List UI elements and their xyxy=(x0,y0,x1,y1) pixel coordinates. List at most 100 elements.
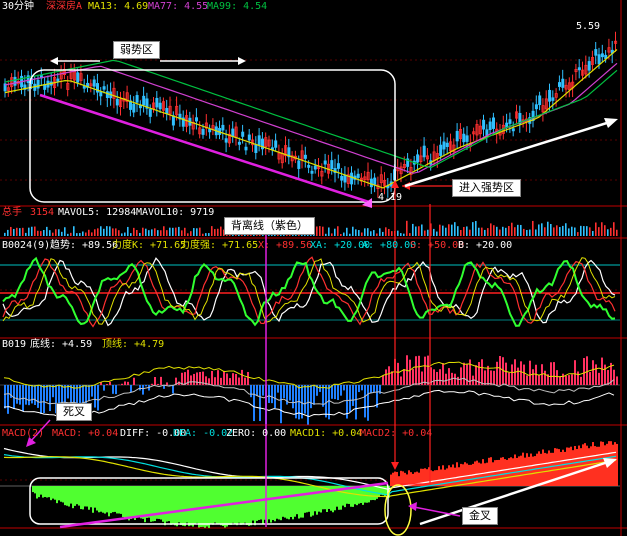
macd-hist-bar xyxy=(570,446,572,486)
macd-hist-bar xyxy=(50,486,52,501)
volume-bar xyxy=(121,233,123,236)
volume-bar xyxy=(451,224,453,236)
macd-hist-bar xyxy=(528,456,530,486)
b019-bar xyxy=(115,385,117,395)
b019-bar xyxy=(226,373,228,385)
s-value: S: +50.00 xyxy=(410,240,465,251)
b019-bar xyxy=(31,385,33,404)
b019-bar xyxy=(166,382,168,385)
volume-bar xyxy=(184,227,186,236)
macd-hist-bar xyxy=(122,486,124,518)
weak-zone-outline xyxy=(29,69,396,203)
volume-bar xyxy=(202,233,204,236)
b019-indicator xyxy=(3,355,618,425)
b019-bar xyxy=(244,377,246,385)
macd-hist-bar xyxy=(90,486,92,508)
candle-body xyxy=(237,141,241,145)
main-panel-header: 30分钟 深深房A MA13: 4.69 MA77: 4.55 MA99: 4.… xyxy=(0,0,627,13)
volume-bar xyxy=(523,228,525,236)
candle-body xyxy=(336,163,340,169)
candle-body xyxy=(241,131,245,137)
macd-hist-bar xyxy=(72,486,74,509)
b019-bar xyxy=(34,385,36,405)
candle-body xyxy=(373,177,377,185)
b019-bar xyxy=(409,359,411,385)
b019-bar xyxy=(523,364,525,385)
candle-body xyxy=(105,91,109,99)
b019-bar xyxy=(214,377,216,385)
volume-bar xyxy=(568,228,570,236)
b019-bar xyxy=(505,362,507,385)
stock-chart-window[interactable]: 30分钟 深深房A MA13: 4.69 MA77: 4.55 MA99: 4.… xyxy=(0,0,627,536)
b019-bar xyxy=(280,385,282,424)
volume-bar xyxy=(4,232,6,236)
b019-bar xyxy=(565,375,567,385)
timeframe-label[interactable]: 30分钟 xyxy=(2,1,34,13)
b019-bar xyxy=(481,359,483,385)
candle-body xyxy=(171,115,175,126)
candle-body xyxy=(115,98,119,106)
macd-hist-bar xyxy=(558,449,560,486)
macd-hist-bar xyxy=(76,486,78,505)
b019-bar xyxy=(43,385,45,414)
macd-hist-bar xyxy=(314,486,316,512)
volume-bar xyxy=(355,229,357,236)
candle-body xyxy=(208,128,212,133)
macd-hist-bar xyxy=(524,457,526,486)
bottom-line-value: 底线: +4.59 xyxy=(30,339,93,350)
volume-bar xyxy=(172,227,174,236)
macd-hist-bar xyxy=(124,486,126,519)
b019-bar xyxy=(28,385,30,406)
force-k-value: 力度K: +71.65 xyxy=(112,240,187,251)
volume-bar xyxy=(85,232,87,236)
b019-bar xyxy=(562,373,564,385)
candle-body xyxy=(445,142,449,147)
b019-bar xyxy=(325,385,327,418)
volume-bar xyxy=(514,227,516,236)
volume-bar xyxy=(325,233,327,236)
b019-bar xyxy=(517,367,519,385)
volume-bar xyxy=(154,228,156,236)
candle-body xyxy=(600,53,604,58)
volume-bar xyxy=(433,228,435,236)
volume-bar xyxy=(376,233,378,236)
ma13-value: MA13: 4.69 xyxy=(88,1,149,12)
trend-value: 趋势: +89.56 xyxy=(50,240,119,251)
macd-hist-bar xyxy=(238,486,240,523)
b019-bar xyxy=(442,363,444,385)
macd-hist-bar xyxy=(292,486,294,520)
volume-bar xyxy=(472,222,474,236)
volume-bar xyxy=(478,227,480,236)
candle-body xyxy=(307,164,311,168)
volume-bar xyxy=(412,223,414,236)
macd-hist-bar xyxy=(284,486,286,518)
candle-body xyxy=(455,130,459,142)
golden-cross-arrow xyxy=(413,506,461,517)
b019-bar xyxy=(556,370,558,385)
macd-hist-bar xyxy=(82,486,84,510)
b019-bar xyxy=(37,385,39,408)
b019-bar xyxy=(589,372,591,385)
macd-hist-bar xyxy=(544,452,546,486)
macd-hist-bar xyxy=(140,486,142,519)
chart-canvas[interactable] xyxy=(0,0,627,536)
volume-bar xyxy=(460,230,462,236)
volume-bar xyxy=(544,227,546,236)
b019-bar xyxy=(484,370,486,385)
candle-body xyxy=(224,138,228,143)
macd-hist-bar xyxy=(572,450,574,486)
volume-bar xyxy=(7,229,9,236)
macd-hist-bar xyxy=(86,486,88,507)
macd-hist-bar xyxy=(290,486,292,518)
b019-bar xyxy=(604,364,606,385)
macd-hist-bar xyxy=(562,449,564,486)
b019-bar xyxy=(583,358,585,385)
macd-hist-bar xyxy=(126,486,128,519)
volume-bar xyxy=(178,226,180,236)
volume-bar xyxy=(439,224,441,236)
volume-bar xyxy=(346,227,348,236)
volume-bar xyxy=(385,227,387,236)
b019-name: B019 xyxy=(2,339,27,350)
b019-bar xyxy=(145,385,147,387)
candle-body xyxy=(350,172,354,185)
